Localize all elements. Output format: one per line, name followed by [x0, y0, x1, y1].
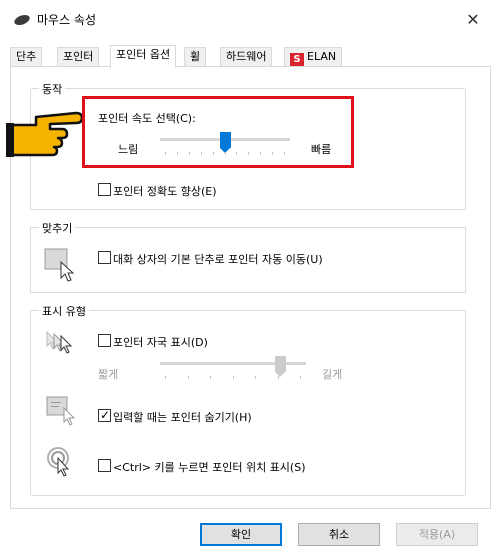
slider-tick: [300, 376, 301, 379]
tab-pointer-options[interactable]: 포인터 옵션: [110, 45, 177, 68]
slider-tick: [236, 152, 238, 155]
tab-label: 하드웨어: [226, 50, 267, 63]
short-label: 짧게: [98, 368, 119, 381]
tab-label: 포인터: [63, 50, 94, 63]
ok-button[interactable]: 확인: [200, 523, 282, 546]
slider-tick: [200, 152, 202, 155]
precision-checkbox[interactable]: [98, 183, 111, 196]
cancel-button[interactable]: 취소: [298, 523, 380, 546]
close-button[interactable]: ✕: [458, 8, 488, 32]
apply-button[interactable]: 적용(A): [396, 523, 478, 546]
hide-checkbox[interactable]: ✓: [98, 408, 111, 422]
ctrl-label: <Ctrl> 키를 누르면 포인터 위치 표시(S): [113, 461, 306, 474]
precision-label: 포인터 정확도 향상(E): [113, 185, 217, 198]
visibility-group-title: 표시 유형: [39, 303, 89, 319]
tab-pointers[interactable]: 포인터: [57, 47, 100, 67]
tab-label: 단추: [16, 50, 37, 63]
slider-tick: [188, 152, 190, 155]
slider-thumb[interactable]: [219, 132, 231, 153]
title-bar: 마우스 속성 ✕: [0, 0, 500, 38]
snap-checkbox[interactable]: [98, 251, 111, 264]
elan-logo-icon: S: [290, 53, 304, 67]
speed-slider[interactable]: [160, 132, 290, 155]
slow-label: 느림: [118, 143, 139, 156]
slider-tick: [232, 376, 234, 379]
slider-tick: [224, 152, 226, 155]
fast-label: 빠름: [311, 143, 332, 156]
slider-tick: [210, 376, 211, 379]
trails-slider[interactable]: [160, 356, 306, 379]
pointing-hand-icon: [6, 111, 84, 157]
tab-hardware[interactable]: 하드웨어: [220, 47, 273, 67]
trails-checkbox[interactable]: [98, 334, 111, 347]
tab-label: 휠: [190, 50, 201, 63]
slider-tick: [255, 376, 256, 379]
checkmark-icon: ✓: [100, 408, 111, 422]
tab-strip: 단추 포인터 포인터 옵션 휠 하드웨어 S ELAN: [10, 45, 490, 68]
snap-label: 대화 상자의 기본 단추로 포인터 자동 이동(U): [113, 253, 323, 266]
long-label: 길게: [322, 368, 343, 381]
tab-label: 포인터 옵션: [116, 48, 171, 61]
slider-thumb[interactable]: [274, 356, 286, 377]
tab-label: ELAN: [307, 50, 337, 63]
slider-tick: [176, 152, 178, 155]
ctrl-checkbox[interactable]: [98, 459, 111, 472]
slider-tick: [187, 376, 189, 379]
snap-group-title: 맞추기: [39, 220, 76, 236]
hide-pointer-icon: [46, 396, 76, 426]
slider-tick: [248, 152, 250, 155]
show-location-icon: [47, 447, 70, 477]
slider-tick: [284, 152, 285, 155]
mouse-icon: [14, 14, 30, 26]
tab-wheel[interactable]: 휠: [184, 47, 207, 67]
slider-tick: [277, 376, 279, 379]
pointer-trails-icon: [46, 330, 73, 354]
slider-tick: [272, 152, 274, 155]
slider-tick: [165, 152, 166, 155]
speed-label: 포인터 속도 선택(C):: [98, 112, 196, 125]
slider-tick: [165, 376, 166, 379]
slider-tick: [260, 152, 262, 155]
hide-label: 입력할 때는 포인터 숨기기(H): [113, 411, 252, 424]
window-title: 마우스 속성: [37, 13, 97, 27]
motion-group-title: 동작: [39, 81, 66, 97]
tab-buttons[interactable]: 단추: [10, 47, 43, 67]
snap-to-icon: [44, 248, 75, 282]
trails-label: 포인터 자국 표시(D): [113, 336, 208, 349]
slider-tick: [212, 152, 214, 155]
tab-elan[interactable]: S ELAN: [284, 47, 343, 67]
